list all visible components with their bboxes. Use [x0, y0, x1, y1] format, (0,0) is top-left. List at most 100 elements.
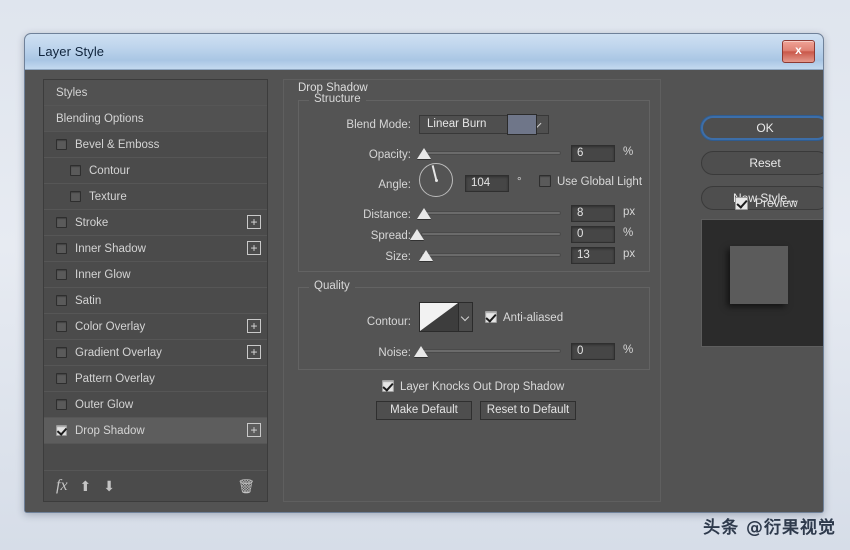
add-effect-plus-icon[interactable]: + — [247, 423, 261, 437]
contour-dropdown-chevron-icon[interactable] — [459, 302, 473, 332]
options-pane: Drop Shadow Structure Blend Mode: Linear… — [283, 79, 661, 502]
style-checkbox[interactable] — [56, 373, 67, 384]
use-global-light-checkbox[interactable] — [539, 175, 551, 187]
anti-aliased-checkbox[interactable] — [485, 311, 497, 323]
size-input[interactable]: 13 — [571, 247, 615, 264]
style-row-bevel-emboss[interactable]: Bevel & Emboss — [44, 132, 267, 158]
style-checkbox[interactable] — [56, 243, 67, 254]
spread-input[interactable]: 0 — [571, 226, 615, 243]
preview-label: Preview — [755, 196, 798, 210]
noise-slider-thumb[interactable] — [414, 346, 428, 357]
style-row-label: Satin — [75, 294, 102, 307]
style-row-blending-options[interactable]: Blending Options — [44, 106, 267, 132]
delete-icon[interactable]: 🗑 — [237, 479, 255, 493]
style-row-label: Blending Options — [56, 112, 144, 125]
reset-to-default-button[interactable]: Reset to Default — [480, 401, 576, 420]
size-slider-thumb[interactable] — [419, 250, 433, 261]
style-checkbox[interactable] — [56, 217, 67, 228]
noise-unit: % — [623, 344, 634, 356]
opacity-slider-thumb[interactable] — [417, 148, 431, 159]
reset-button[interactable]: Reset — [701, 151, 823, 175]
size-unit: px — [623, 248, 636, 260]
add-effect-plus-icon[interactable]: + — [247, 319, 261, 333]
style-row-label: Pattern Overlay — [75, 372, 155, 385]
styles-rows: Styles Blending Options Bevel & Emboss Cont… — [44, 80, 267, 444]
preview-shape — [730, 246, 788, 304]
style-row-gradient-overlay[interactable]: Gradient Overlay + — [44, 340, 267, 366]
noise-slider[interactable] — [414, 344, 561, 358]
preview-checkbox[interactable] — [735, 197, 748, 210]
fx-icon[interactable]: fx — [56, 478, 68, 494]
noise-slider-track — [421, 349, 561, 353]
style-checkbox[interactable] — [70, 191, 81, 202]
styles-toolbar: fx ⬆ ⬇ 🗑 — [44, 470, 267, 501]
angle-label: Angle: — [378, 179, 411, 191]
size-slider-track — [421, 253, 561, 257]
distance-input[interactable]: 8 — [571, 205, 615, 222]
layer-knocks-out-label: Layer Knocks Out Drop Shadow — [400, 381, 565, 393]
angle-input[interactable]: 104 — [465, 175, 509, 192]
move-up-icon[interactable]: ⬆ — [80, 479, 92, 493]
opacity-slider-track — [421, 151, 561, 155]
style-row-styles[interactable]: Styles — [44, 80, 267, 106]
dialog-body: Styles Blending Options Bevel & Emboss Cont… — [25, 70, 823, 512]
noise-input[interactable]: 0 — [571, 343, 615, 360]
style-checkbox[interactable] — [56, 139, 67, 150]
style-checkbox[interactable] — [70, 165, 81, 176]
size-slider[interactable] — [419, 248, 561, 262]
watermark: 头条 @衍果视觉 — [703, 518, 836, 538]
spread-unit: % — [623, 227, 634, 239]
page-title: Layer Style — [38, 44, 105, 59]
contour-label: Contour: — [366, 316, 411, 328]
angle-dial-hub — [434, 178, 438, 182]
style-checkbox[interactable] — [56, 321, 67, 332]
style-checkbox[interactable] — [56, 399, 67, 410]
contour-preview[interactable] — [419, 302, 459, 332]
opacity-label: Opacity: — [368, 149, 411, 161]
spread-label: Spread: — [370, 230, 411, 242]
style-row-label: Drop Shadow — [75, 424, 145, 437]
angle-dial[interactable] — [419, 163, 453, 197]
distance-slider[interactable] — [417, 206, 561, 220]
distance-unit: px — [623, 206, 636, 218]
contour-curve-icon — [420, 303, 458, 331]
style-checkbox[interactable] — [56, 347, 67, 358]
shadow-color-swatch[interactable] — [507, 114, 537, 135]
opacity-input[interactable]: 6 — [571, 145, 615, 162]
style-row-color-overlay[interactable]: Color Overlay + — [44, 314, 267, 340]
angle-dial-hand — [431, 165, 437, 181]
structure-group: Structure Blend Mode: Linear Burn Opacit… — [298, 93, 650, 272]
style-row-texture[interactable]: Texture — [44, 184, 267, 210]
style-row-pattern-overlay[interactable]: Pattern Overlay — [44, 366, 267, 392]
spread-slider-thumb[interactable] — [410, 229, 424, 240]
style-row-satin[interactable]: Satin — [44, 288, 267, 314]
preview-thumbnail — [701, 219, 823, 347]
distance-slider-thumb[interactable] — [417, 208, 431, 219]
add-effect-plus-icon[interactable]: + — [247, 345, 261, 359]
layer-knocks-out-checkbox[interactable] — [382, 380, 394, 392]
style-row-inner-glow[interactable]: Inner Glow — [44, 262, 267, 288]
make-default-button[interactable]: Make Default — [376, 401, 472, 420]
style-checkbox[interactable] — [56, 295, 67, 306]
style-row-stroke[interactable]: Stroke + — [44, 210, 267, 236]
close-icon[interactable]: x — [782, 40, 815, 63]
style-row-drop-shadow[interactable]: Drop Shadow + — [44, 418, 267, 444]
add-effect-plus-icon[interactable]: + — [247, 241, 261, 255]
style-checkbox[interactable] — [56, 425, 67, 436]
opacity-slider[interactable] — [417, 146, 561, 160]
add-effect-plus-icon[interactable]: + — [247, 215, 261, 229]
size-label: Size: — [385, 251, 411, 263]
style-row-inner-shadow[interactable]: Inner Shadow + — [44, 236, 267, 262]
layer-style-dialog: Layer Style x Styles Blending Options Beve… — [24, 33, 824, 513]
style-row-label: Styles — [56, 86, 88, 99]
style-row-label: Inner Glow — [75, 268, 131, 281]
style-checkbox[interactable] — [56, 269, 67, 280]
style-row-outer-glow[interactable]: Outer Glow — [44, 392, 267, 418]
style-row-label: Gradient Overlay — [75, 346, 162, 359]
style-row-contour[interactable]: Contour — [44, 158, 267, 184]
spread-slider[interactable] — [410, 227, 561, 241]
style-row-label: Inner Shadow — [75, 242, 146, 255]
ok-button[interactable]: OK — [701, 116, 823, 140]
move-down-icon[interactable]: ⬇ — [103, 479, 115, 493]
noise-label: Noise: — [378, 347, 411, 359]
